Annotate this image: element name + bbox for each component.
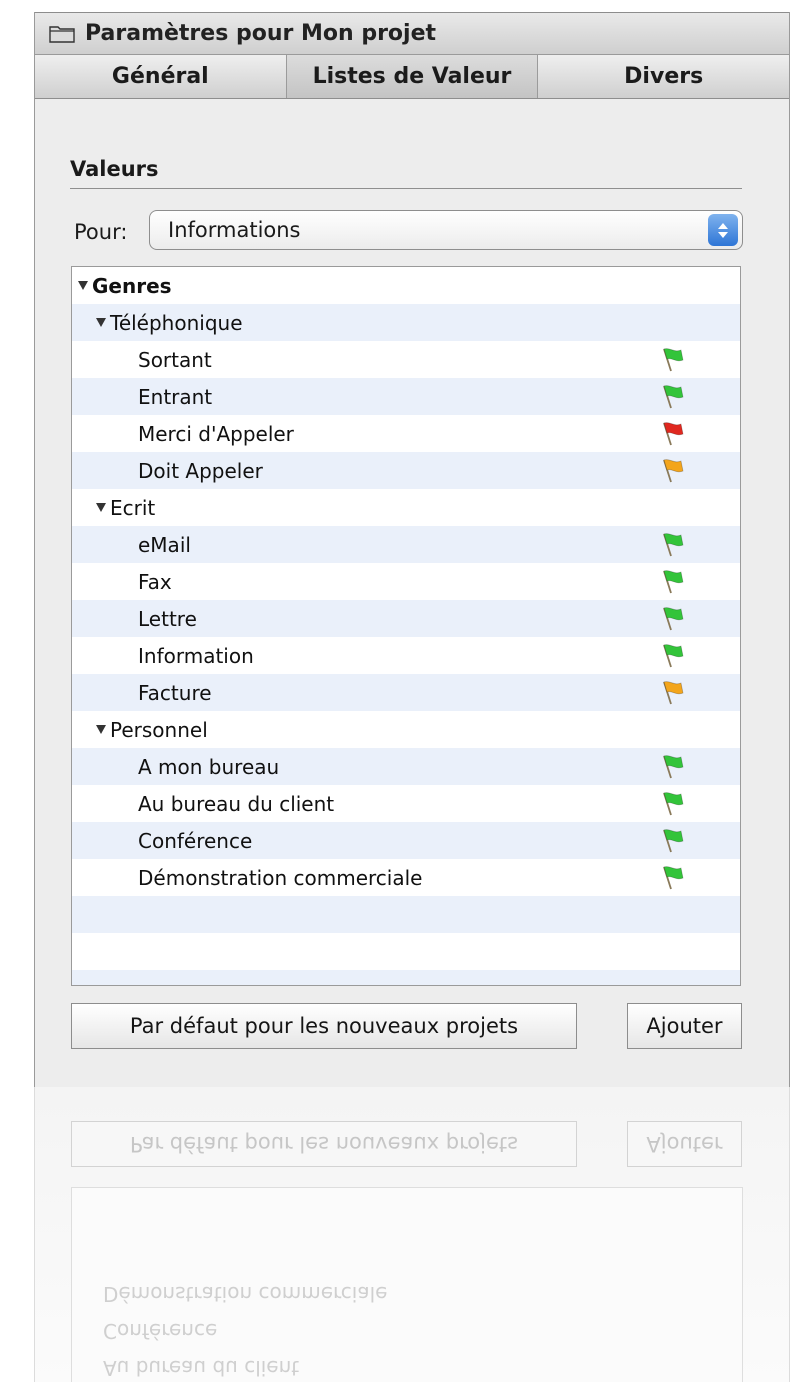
section-divider (70, 188, 742, 189)
tree-row-label: Entrant (138, 384, 213, 409)
title-bar: Paramètres pour Mon projet (35, 12, 789, 55)
red-flag-icon (663, 422, 684, 446)
reflected-row-text: Démonstration commerciale (103, 1282, 388, 1306)
reflected-row-text: Au bureau du client (103, 1356, 300, 1380)
tree-row-label: Sortant (138, 347, 212, 372)
green-flag-icon (663, 792, 684, 816)
tree-row[interactable]: Conférence (72, 822, 740, 859)
green-flag-icon (663, 607, 684, 631)
tree-row-label: Genres (92, 273, 172, 298)
orange-flag-icon (663, 681, 684, 705)
window-title: Paramètres pour Mon projet (85, 21, 437, 46)
tab-value-lists[interactable]: Listes de Valeur (286, 55, 539, 98)
tree-row-label: A mon bureau (138, 754, 280, 779)
tree-row-label: Au bureau du client (138, 791, 335, 816)
green-flag-icon (663, 348, 684, 372)
settings-window: Paramètres pour Mon projet Général Liste… (34, 12, 790, 1087)
default-for-new-projects-button[interactable]: Par défaut pour les nouveaux projets (71, 1003, 577, 1049)
tree-row-label: Doit Appeler (138, 458, 263, 483)
folder-icon (49, 25, 75, 43)
tree-row[interactable]: Doit Appeler (72, 452, 740, 489)
tab-general[interactable]: Général (35, 55, 287, 98)
tree-row[interactable]: Entrant (72, 378, 740, 415)
disclosure-triangle-icon[interactable] (96, 318, 106, 327)
values-section-title: Valeurs (70, 157, 159, 181)
tab-content: Valeurs Pour: Informations Genres Télépho… (35, 99, 789, 1087)
tree-row[interactable]: Information (72, 637, 740, 674)
window-reflection: Par défaut pour les nouveaux projets Ajo… (34, 1087, 790, 1382)
reflected-row-text: Conférence (103, 1319, 218, 1343)
green-flag-icon (663, 533, 684, 557)
disclosure-triangle-icon[interactable] (78, 281, 88, 290)
reflected-add-button: Ajouter (627, 1121, 742, 1167)
tree-row[interactable]: Personnel (72, 711, 740, 748)
tree-row-label: Facture (138, 680, 212, 705)
orange-flag-icon (663, 459, 684, 483)
tree-row[interactable]: A mon bureau (72, 748, 740, 785)
green-flag-icon (663, 644, 684, 668)
tab-bar: Général Listes de Valeur Divers (35, 55, 789, 99)
tree-row[interactable]: Fax (72, 563, 740, 600)
pour-label: Pour: (74, 220, 128, 244)
select-arrows-icon (708, 214, 738, 246)
tree-row-label: Ecrit (110, 495, 156, 520)
tree-row[interactable]: Sortant (72, 341, 740, 378)
tree-row[interactable]: Téléphonique (72, 304, 740, 341)
tree-row-label: Personnel (110, 717, 208, 742)
empty-row (72, 970, 740, 985)
tree-row[interactable]: Facture (72, 674, 740, 711)
tree-row-label: Lettre (138, 606, 197, 631)
tree-row-label: Merci d'Appeler (138, 421, 294, 446)
pour-select-value: Informations (168, 218, 301, 242)
tree-row[interactable]: Lettre (72, 600, 740, 637)
green-flag-icon (663, 385, 684, 409)
tree-row[interactable]: Démonstration commerciale (72, 859, 740, 896)
green-flag-icon (663, 829, 684, 853)
tree-row-label: eMail (138, 532, 191, 557)
value-tree-list[interactable]: Genres Téléphonique Sortant Entrant Merci d'… (71, 266, 741, 986)
disclosure-triangle-icon[interactable] (96, 503, 106, 512)
tree-row-label: Fax (138, 569, 172, 594)
tree-row[interactable]: eMail (72, 526, 740, 563)
tree-row-label: Téléphonique (110, 310, 243, 335)
tree-row[interactable]: Merci d'Appeler (72, 415, 740, 452)
green-flag-icon (663, 755, 684, 779)
disclosure-triangle-icon[interactable] (96, 725, 106, 734)
tree-row-label: Information (138, 643, 254, 668)
tree-row-label: Conférence (138, 828, 253, 853)
add-button[interactable]: Ajouter (627, 1003, 742, 1049)
tab-misc[interactable]: Divers (538, 55, 789, 98)
tree-row-label: Démonstration commerciale (138, 865, 423, 890)
tree-row[interactable]: Genres (72, 267, 740, 304)
tree-row[interactable]: Au bureau du client (72, 785, 740, 822)
tree-row[interactable]: Ecrit (72, 489, 740, 526)
empty-row (72, 933, 740, 970)
green-flag-icon (663, 866, 684, 890)
green-flag-icon (663, 570, 684, 594)
reflected-default-button: Par défaut pour les nouveaux projets (71, 1121, 577, 1167)
empty-row (72, 896, 740, 933)
pour-select[interactable]: Informations (149, 210, 743, 250)
